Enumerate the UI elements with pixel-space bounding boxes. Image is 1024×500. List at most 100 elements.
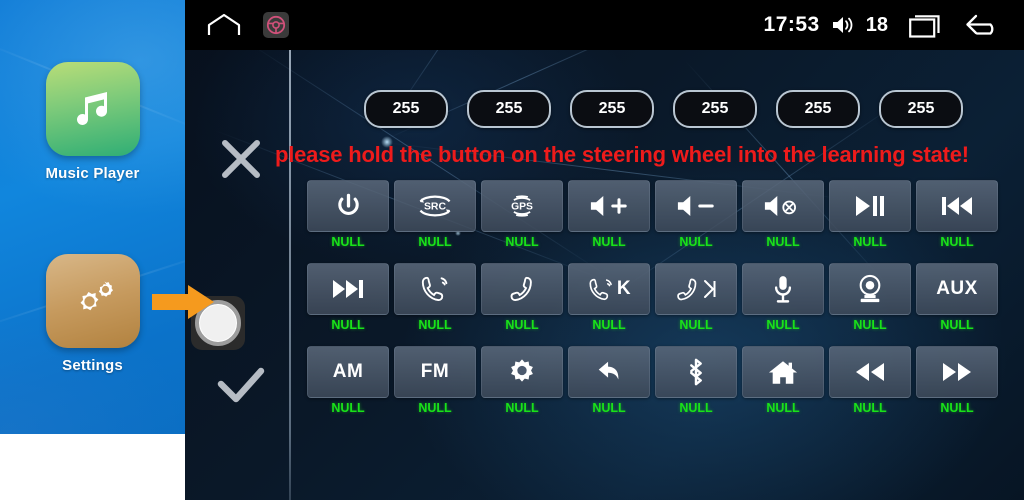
back-button[interactable] bbox=[568, 346, 650, 398]
key-value-pill[interactable]: 255 bbox=[467, 90, 551, 128]
checkmark-icon[interactable] bbox=[210, 355, 272, 417]
settings-button[interactable] bbox=[481, 346, 563, 398]
previous-track-button[interactable] bbox=[916, 180, 998, 232]
key-value-pill[interactable]: 255 bbox=[673, 90, 757, 128]
cell-label: NULL bbox=[592, 401, 626, 415]
grid-row: NULL SRC NULL GPS NULL NULL NULL NULL NU… bbox=[307, 180, 1017, 249]
gears-icon bbox=[45, 254, 140, 348]
src-icon: SRC bbox=[415, 191, 455, 221]
key-value-pill[interactable]: 255 bbox=[879, 90, 963, 128]
svg-text:SRC: SRC bbox=[424, 202, 446, 213]
cell-settings: NULL bbox=[481, 346, 563, 415]
camera-button[interactable] bbox=[829, 263, 911, 315]
fast-forward-icon bbox=[940, 360, 974, 384]
answer-call-button[interactable] bbox=[394, 263, 476, 315]
gps-button[interactable]: GPS bbox=[481, 180, 563, 232]
cell-fm: FM NULL bbox=[394, 346, 476, 415]
fm-button[interactable]: FM bbox=[394, 346, 476, 398]
cell-am: AM NULL bbox=[307, 346, 389, 415]
volume-speaker-icon[interactable] bbox=[831, 14, 857, 36]
grid-row: NULL NULL NULL K NULL NULL NULL NULL AUX… bbox=[307, 263, 1017, 332]
cell-label: NULL bbox=[418, 401, 452, 415]
fast-forward-button[interactable] bbox=[916, 346, 998, 398]
cell-answer-call-k: K NULL bbox=[568, 263, 650, 332]
cell-label: NULL bbox=[592, 235, 626, 249]
cell-label: NULL bbox=[418, 318, 452, 332]
rewind-icon bbox=[853, 360, 887, 384]
cell-label: NULL bbox=[766, 401, 800, 415]
cell-previous-track: NULL bbox=[916, 180, 998, 249]
bluetooth-button[interactable] bbox=[655, 346, 737, 398]
back-arrow-icon[interactable] bbox=[964, 12, 1002, 38]
cell-home: NULL bbox=[742, 346, 824, 415]
volume-up-button[interactable] bbox=[568, 180, 650, 232]
launcher-sidebar: Music Player Settings bbox=[0, 0, 185, 500]
sidebar-app-music-player[interactable]: Music Player bbox=[0, 62, 185, 182]
cell-label: NULL bbox=[766, 235, 800, 249]
steering-wheel-icon[interactable] bbox=[263, 12, 289, 38]
microphone-icon bbox=[772, 274, 794, 304]
phone-hangup-icon bbox=[508, 274, 536, 304]
camera-icon bbox=[856, 274, 884, 304]
cell-label: NULL bbox=[940, 235, 974, 249]
back-curved-arrow-icon bbox=[595, 358, 623, 386]
rewind-button[interactable] bbox=[829, 346, 911, 398]
cell-volume-up: NULL bbox=[568, 180, 650, 249]
gps-icon: GPS bbox=[504, 191, 540, 221]
cell-microphone: NULL bbox=[742, 263, 824, 332]
cell-aux: AUX NULL bbox=[916, 263, 998, 332]
cell-end-call-next: NULL bbox=[655, 263, 737, 332]
phone-answer-k-icon: K bbox=[587, 276, 631, 303]
home-button[interactable] bbox=[742, 346, 824, 398]
steering-wheel-learning-screen: Music Player Settings 17:53 18 255 255 2… bbox=[0, 0, 1024, 500]
cell-play-pause: NULL bbox=[829, 180, 911, 249]
cell-label: NULL bbox=[331, 401, 365, 415]
cell-end-call: NULL bbox=[481, 263, 563, 332]
phone-hangup-next-icon bbox=[675, 276, 717, 303]
power-icon bbox=[335, 193, 362, 220]
microphone-button[interactable] bbox=[742, 263, 824, 315]
volume-up-icon bbox=[589, 193, 629, 219]
function-button-grid: NULL SRC NULL GPS NULL NULL NULL NULL NU… bbox=[307, 180, 1017, 429]
grid-row: AM NULL FM NULL NULL NULL NULL NULL NULL… bbox=[307, 346, 1017, 415]
key-value-pill[interactable]: 255 bbox=[776, 90, 860, 128]
cell-label: NULL bbox=[853, 401, 887, 415]
cell-label: NULL bbox=[679, 235, 713, 249]
key-value-pill[interactable]: 255 bbox=[570, 90, 654, 128]
next-track-icon bbox=[330, 277, 366, 301]
mute-button[interactable] bbox=[742, 180, 824, 232]
power-button[interactable] bbox=[307, 180, 389, 232]
sidebar-app-label: Music Player bbox=[45, 165, 140, 182]
cell-camera: NULL bbox=[829, 263, 911, 332]
bluetooth-icon bbox=[685, 357, 707, 387]
recent-apps-icon[interactable] bbox=[909, 12, 943, 38]
source-button[interactable]: SRC bbox=[394, 180, 476, 232]
status-clock: 17:53 bbox=[763, 13, 820, 36]
panel-divider bbox=[289, 50, 291, 500]
close-x-icon[interactable] bbox=[210, 128, 272, 190]
play-pause-button[interactable] bbox=[829, 180, 911, 232]
cell-label: NULL bbox=[766, 318, 800, 332]
cell-label: NULL bbox=[679, 401, 713, 415]
cell-source: SRC NULL bbox=[394, 180, 476, 249]
volume-down-button[interactable] bbox=[655, 180, 737, 232]
end-call-next-button[interactable] bbox=[655, 263, 737, 315]
previous-track-icon bbox=[939, 194, 975, 218]
cell-answer-call: NULL bbox=[394, 263, 476, 332]
cell-label: NULL bbox=[418, 235, 452, 249]
music-note-icon bbox=[45, 62, 140, 156]
aux-button[interactable]: AUX bbox=[916, 263, 998, 315]
key-value-pill[interactable]: 255 bbox=[364, 90, 448, 128]
cell-label: NULL bbox=[679, 318, 713, 332]
key-value-row: 255 255 255 255 255 255 bbox=[364, 90, 984, 128]
end-call-button[interactable] bbox=[481, 263, 563, 315]
cell-volume-down: NULL bbox=[655, 180, 737, 249]
next-track-button[interactable] bbox=[307, 263, 389, 315]
home-outline-icon[interactable] bbox=[207, 13, 241, 37]
answer-call-k-button[interactable]: K bbox=[568, 263, 650, 315]
am-button[interactable]: AM bbox=[307, 346, 389, 398]
volume-level: 18 bbox=[865, 13, 888, 36]
cell-label: NULL bbox=[331, 318, 365, 332]
aux-label: AUX bbox=[936, 278, 978, 299]
cell-label: NULL bbox=[505, 401, 539, 415]
